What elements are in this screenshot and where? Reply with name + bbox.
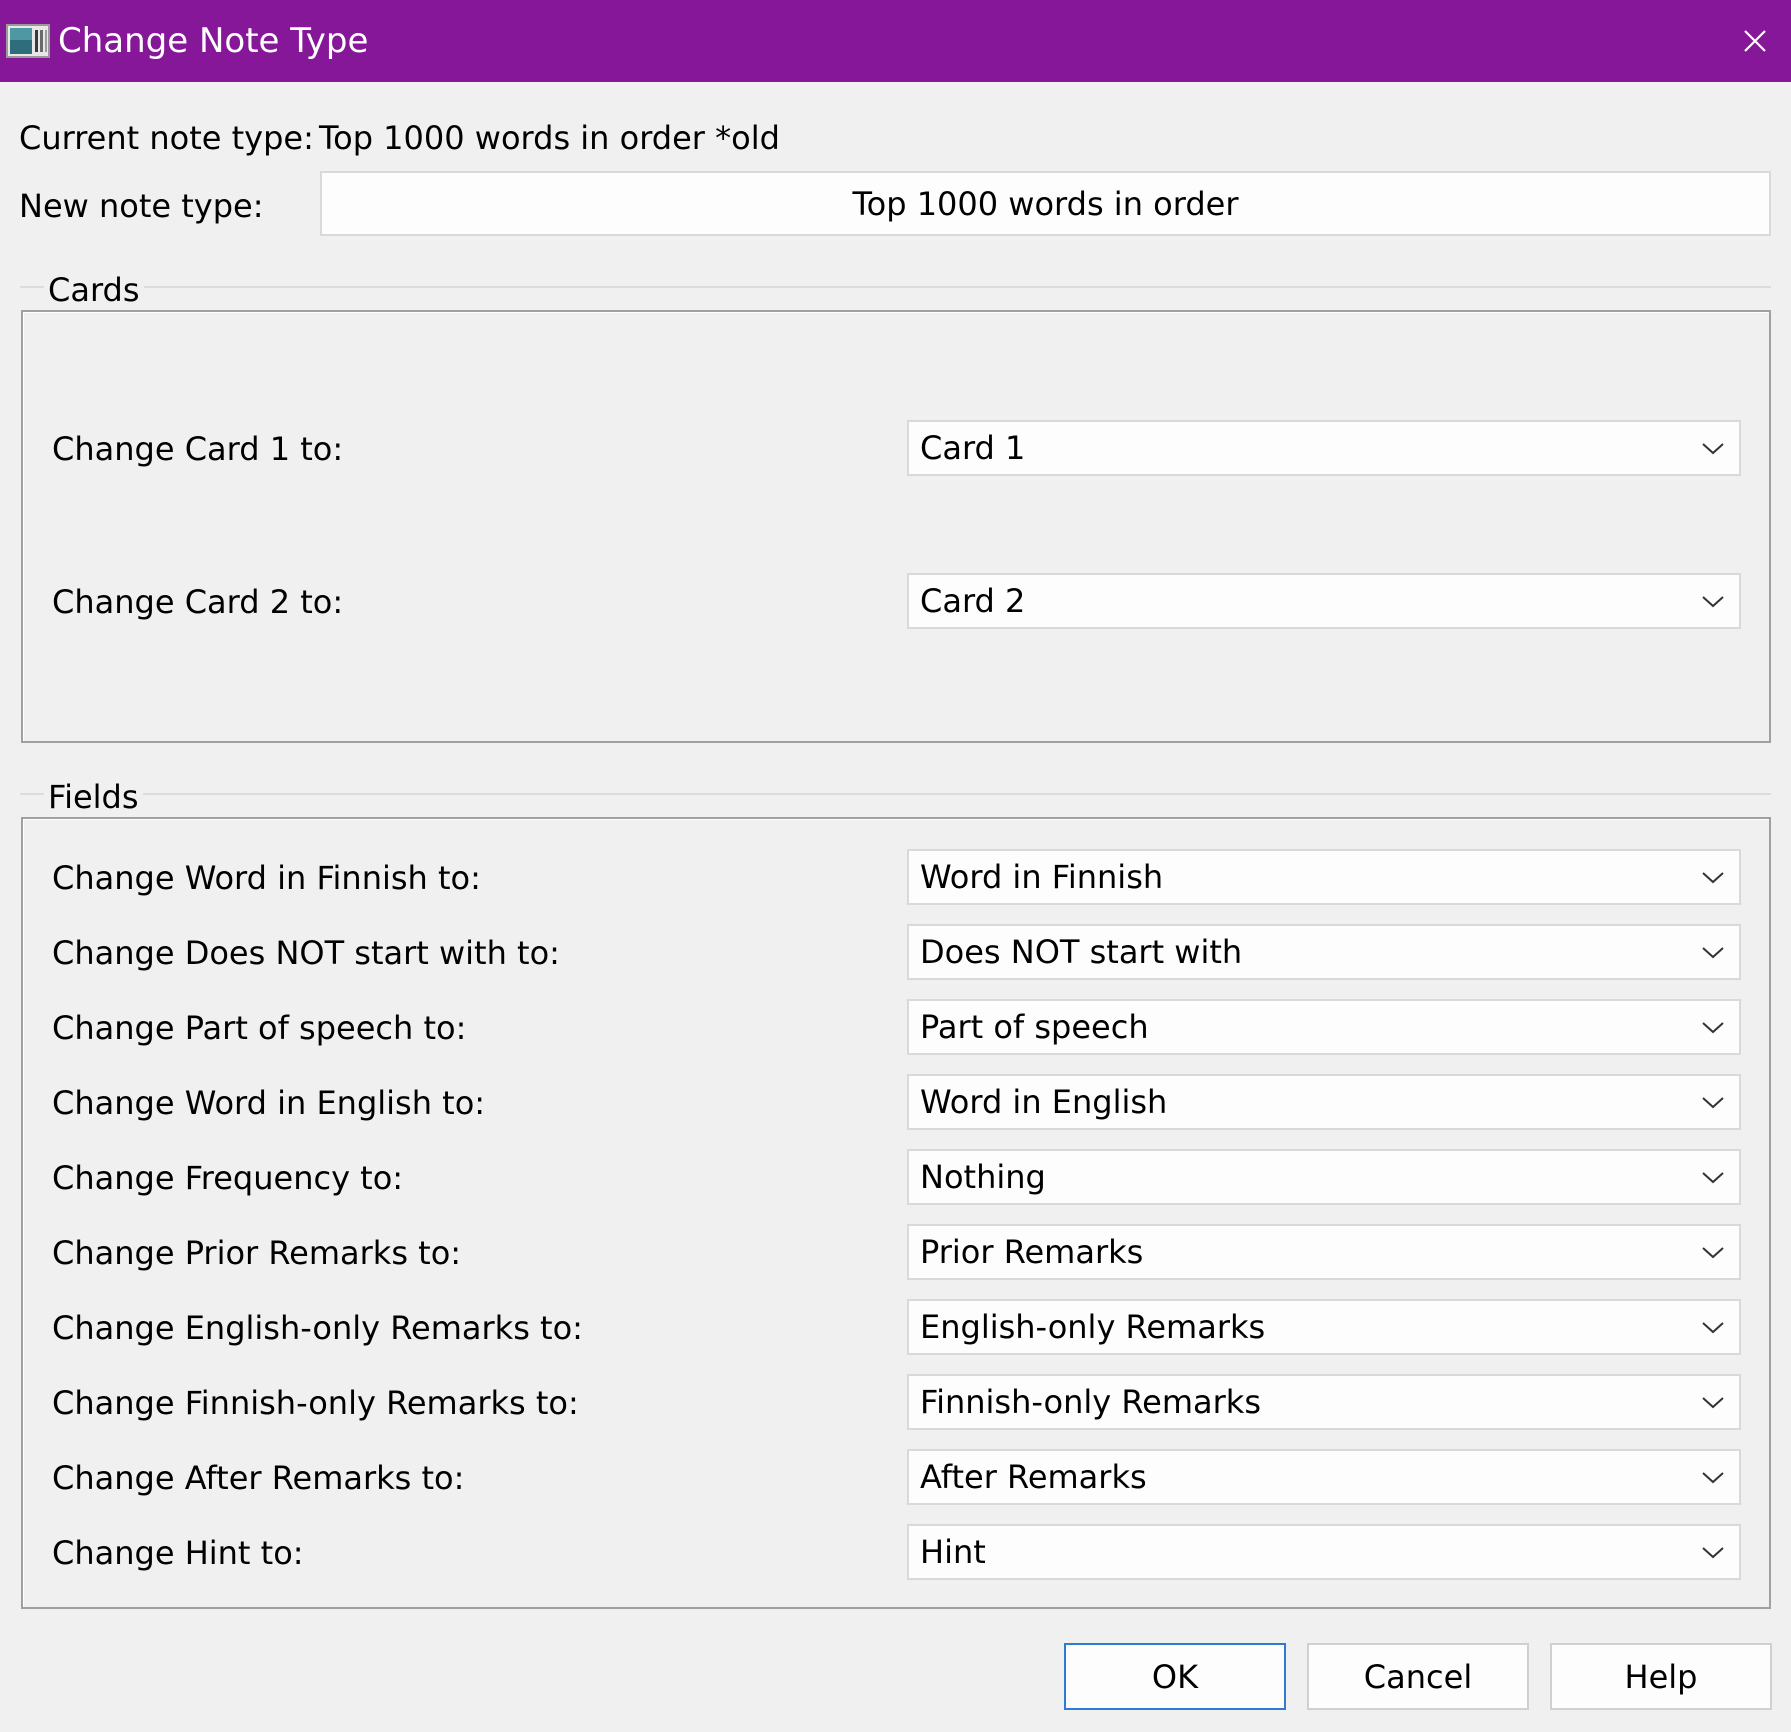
field-row-label: Change Word in Finnish to: (52, 859, 481, 897)
field-prior-remarks-dropdown[interactable]: Prior Remarks (907, 1224, 1741, 1280)
field-row-label: Change English-only Remarks to: (52, 1309, 583, 1347)
help-button[interactable]: Help (1550, 1643, 1772, 1710)
field-row-label: Change Part of speech to: (52, 1009, 467, 1047)
close-button[interactable] (1719, 0, 1791, 82)
field-dropdown-value: Part of speech (920, 1008, 1149, 1046)
chevron-down-icon (1702, 1022, 1724, 1034)
field-word-in-english-dropdown[interactable]: Word in English (907, 1074, 1741, 1130)
field-dropdown-value: Does NOT start with (920, 933, 1243, 971)
field-row-label: Change Prior Remarks to: (52, 1234, 462, 1272)
field-row-label: Change Does NOT start with to: (52, 934, 560, 972)
fields-group-top-line (20, 793, 1771, 795)
chevron-down-icon (1702, 1172, 1724, 1184)
chevron-down-icon (1702, 1247, 1724, 1259)
field-part-of-speech-dropdown[interactable]: Part of speech (907, 999, 1741, 1055)
current-note-type-label: Current note type: (19, 119, 314, 157)
chevron-down-icon (1702, 1397, 1724, 1409)
change-note-type-dialog: Change Note Type Current note type: Top … (0, 0, 1791, 1732)
field-row-label: Change Finnish-only Remarks to: (52, 1384, 579, 1422)
chevron-down-icon (1702, 947, 1724, 959)
cancel-button[interactable]: Cancel (1307, 1643, 1529, 1710)
field-row-label: Change Frequency to: (52, 1159, 404, 1197)
window-title: Change Note Type (58, 21, 369, 61)
field-word-in-finnish-dropdown[interactable]: Word in Finnish (907, 849, 1741, 905)
chevron-down-icon (1702, 443, 1724, 455)
close-icon (1744, 30, 1766, 52)
chevron-down-icon (1702, 1097, 1724, 1109)
new-note-type-label: New note type: (19, 187, 264, 225)
change-card-1-label: Change Card 1 to: (52, 430, 344, 468)
ok-button[interactable]: OK (1064, 1643, 1286, 1710)
field-row-label: Change Word in English to: (52, 1084, 486, 1122)
field-dropdown-value: Nothing (920, 1158, 1046, 1196)
field-does-not-start-with-dropdown[interactable]: Does NOT start with (907, 924, 1741, 980)
fields-group-title: Fields (44, 777, 143, 817)
field-english-only-remarks-dropdown[interactable]: English-only Remarks (907, 1299, 1741, 1355)
field-dropdown-value: After Remarks (920, 1458, 1147, 1496)
field-dropdown-value: Prior Remarks (920, 1233, 1144, 1271)
field-dropdown-value: Word in Finnish (920, 858, 1164, 896)
field-hint-dropdown[interactable]: Hint (907, 1524, 1741, 1580)
cards-group-top-line (20, 286, 1771, 288)
chevron-down-icon (1702, 1547, 1724, 1559)
anki-app-icon (6, 24, 50, 58)
card-1-dropdown[interactable]: Card 1 (907, 420, 1741, 476)
chevron-down-icon (1702, 1322, 1724, 1334)
chevron-down-icon (1702, 1472, 1724, 1484)
field-finnish-only-remarks-dropdown[interactable]: Finnish-only Remarks (907, 1374, 1741, 1430)
field-row-label: Change After Remarks to: (52, 1459, 465, 1497)
chevron-down-icon (1702, 596, 1724, 608)
field-row-label: Change Hint to: (52, 1534, 304, 1572)
card-1-dropdown-value: Card 1 (920, 429, 1026, 467)
field-dropdown-value: Finnish-only Remarks (920, 1383, 1261, 1421)
field-frequency-dropdown[interactable]: Nothing (907, 1149, 1741, 1205)
field-dropdown-value: Hint (920, 1533, 986, 1571)
field-dropdown-value: English-only Remarks (920, 1308, 1266, 1346)
title-bar: Change Note Type (0, 0, 1791, 82)
chevron-down-icon (1702, 872, 1724, 884)
current-note-type-value: Top 1000 words in order *old (319, 119, 780, 157)
card-2-dropdown[interactable]: Card 2 (907, 573, 1741, 629)
cards-group (21, 310, 1771, 743)
change-card-2-label: Change Card 2 to: (52, 583, 344, 621)
card-2-dropdown-value: Card 2 (920, 582, 1026, 620)
cards-group-title: Cards (44, 270, 144, 310)
new-note-type-button[interactable]: Top 1000 words in order (320, 171, 1771, 236)
field-after-remarks-dropdown[interactable]: After Remarks (907, 1449, 1741, 1505)
field-dropdown-value: Word in English (920, 1083, 1168, 1121)
